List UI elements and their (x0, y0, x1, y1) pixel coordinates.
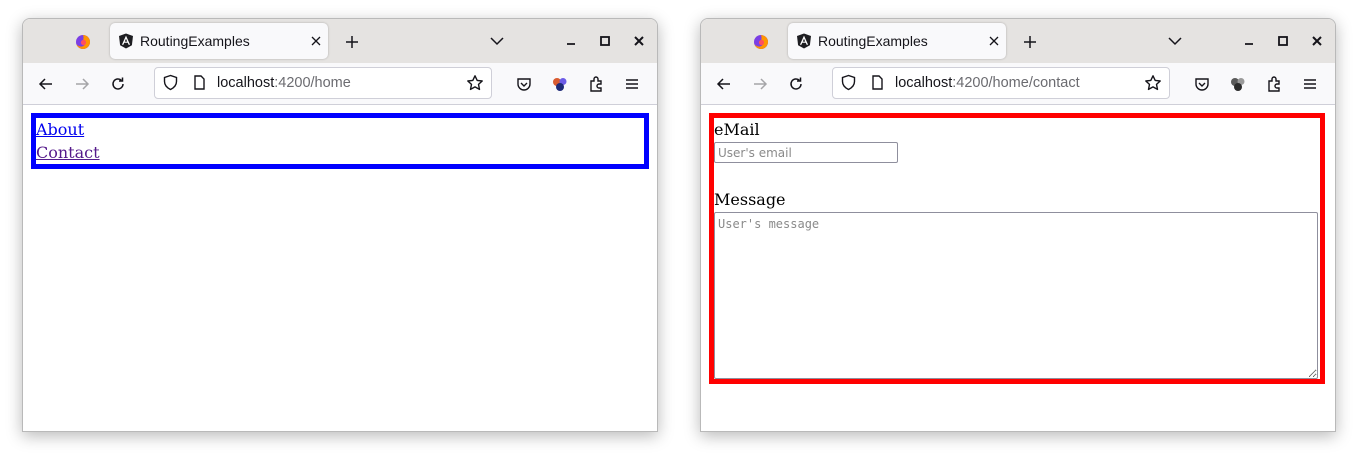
maximize-icon[interactable] (1275, 33, 1291, 49)
page-content: About Contact (23, 105, 657, 431)
angular-icon (119, 33, 133, 49)
url-text[interactable]: localhost:4200/home (217, 75, 351, 91)
close-tab-icon[interactable] (308, 33, 324, 49)
nav-toolbar: localhost:4200/home (23, 63, 657, 105)
minimize-icon[interactable] (1241, 33, 1257, 49)
close-window-icon[interactable] (1309, 33, 1325, 49)
shield-icon[interactable] (162, 74, 179, 91)
url-bar[interactable]: localhost:4200/home (154, 67, 492, 99)
home-nav-frame: About Contact (31, 113, 649, 169)
page-icon[interactable] (869, 74, 886, 91)
message-label: Message (714, 190, 786, 209)
email-label: eMail (714, 120, 760, 139)
forward-icon[interactable] (751, 75, 769, 93)
extensions-icon[interactable] (587, 75, 605, 93)
list-tabs-icon[interactable] (489, 33, 505, 49)
firefox-icon[interactable] (75, 34, 91, 50)
url-bar[interactable]: localhost:4200/home/contact (832, 67, 1170, 99)
angular-icon (797, 33, 811, 49)
tab-bar: RoutingExamples (701, 19, 1335, 64)
reload-icon[interactable] (787, 75, 805, 93)
back-icon[interactable] (37, 75, 55, 93)
tab-title: RoutingExamples (140, 33, 250, 49)
account-icon[interactable] (551, 75, 569, 93)
menu-icon[interactable] (623, 75, 641, 93)
about-link[interactable]: About (36, 118, 644, 141)
back-icon[interactable] (715, 75, 733, 93)
pocket-icon[interactable] (515, 75, 533, 93)
reload-icon[interactable] (109, 75, 127, 93)
message-textarea[interactable] (714, 212, 1318, 379)
bookmark-star-icon[interactable] (1144, 74, 1162, 92)
shield-icon[interactable] (840, 74, 857, 91)
pocket-icon[interactable] (1193, 75, 1211, 93)
contact-link[interactable]: Contact (36, 141, 644, 164)
tab-title: RoutingExamples (818, 33, 928, 49)
tab-routing-examples[interactable]: RoutingExamples (788, 23, 1006, 59)
url-path: :4200/home (274, 75, 351, 91)
account-icon[interactable] (1229, 75, 1247, 93)
close-tab-icon[interactable] (986, 33, 1002, 49)
extensions-icon[interactable] (1265, 75, 1283, 93)
url-text[interactable]: localhost:4200/home/contact (895, 75, 1080, 91)
list-tabs-icon[interactable] (1167, 33, 1183, 49)
menu-icon[interactable] (1301, 75, 1319, 93)
contact-form-frame: eMail Message (709, 113, 1325, 384)
email-field[interactable] (714, 142, 898, 163)
tab-routing-examples[interactable]: RoutingExamples (110, 23, 328, 59)
firefox-icon[interactable] (753, 34, 769, 50)
browser-window-home: RoutingExamples localhost:4200/home Abou… (22, 18, 658, 432)
forward-icon[interactable] (73, 75, 91, 93)
maximize-icon[interactable] (597, 33, 613, 49)
url-path: :4200/home/contact (952, 75, 1080, 91)
url-host: localhost (217, 75, 275, 91)
url-host: localhost (895, 75, 953, 91)
new-tab-icon[interactable] (1021, 33, 1039, 51)
page-icon[interactable] (191, 74, 208, 91)
tab-bar: RoutingExamples (23, 19, 657, 64)
new-tab-icon[interactable] (343, 33, 361, 51)
bookmark-star-icon[interactable] (466, 74, 484, 92)
browser-window-contact: RoutingExamples localhost:4200/home/cont… (700, 18, 1336, 432)
close-window-icon[interactable] (631, 33, 647, 49)
minimize-icon[interactable] (563, 33, 579, 49)
page-content: eMail Message (701, 105, 1335, 431)
nav-toolbar: localhost:4200/home/contact (701, 63, 1335, 105)
